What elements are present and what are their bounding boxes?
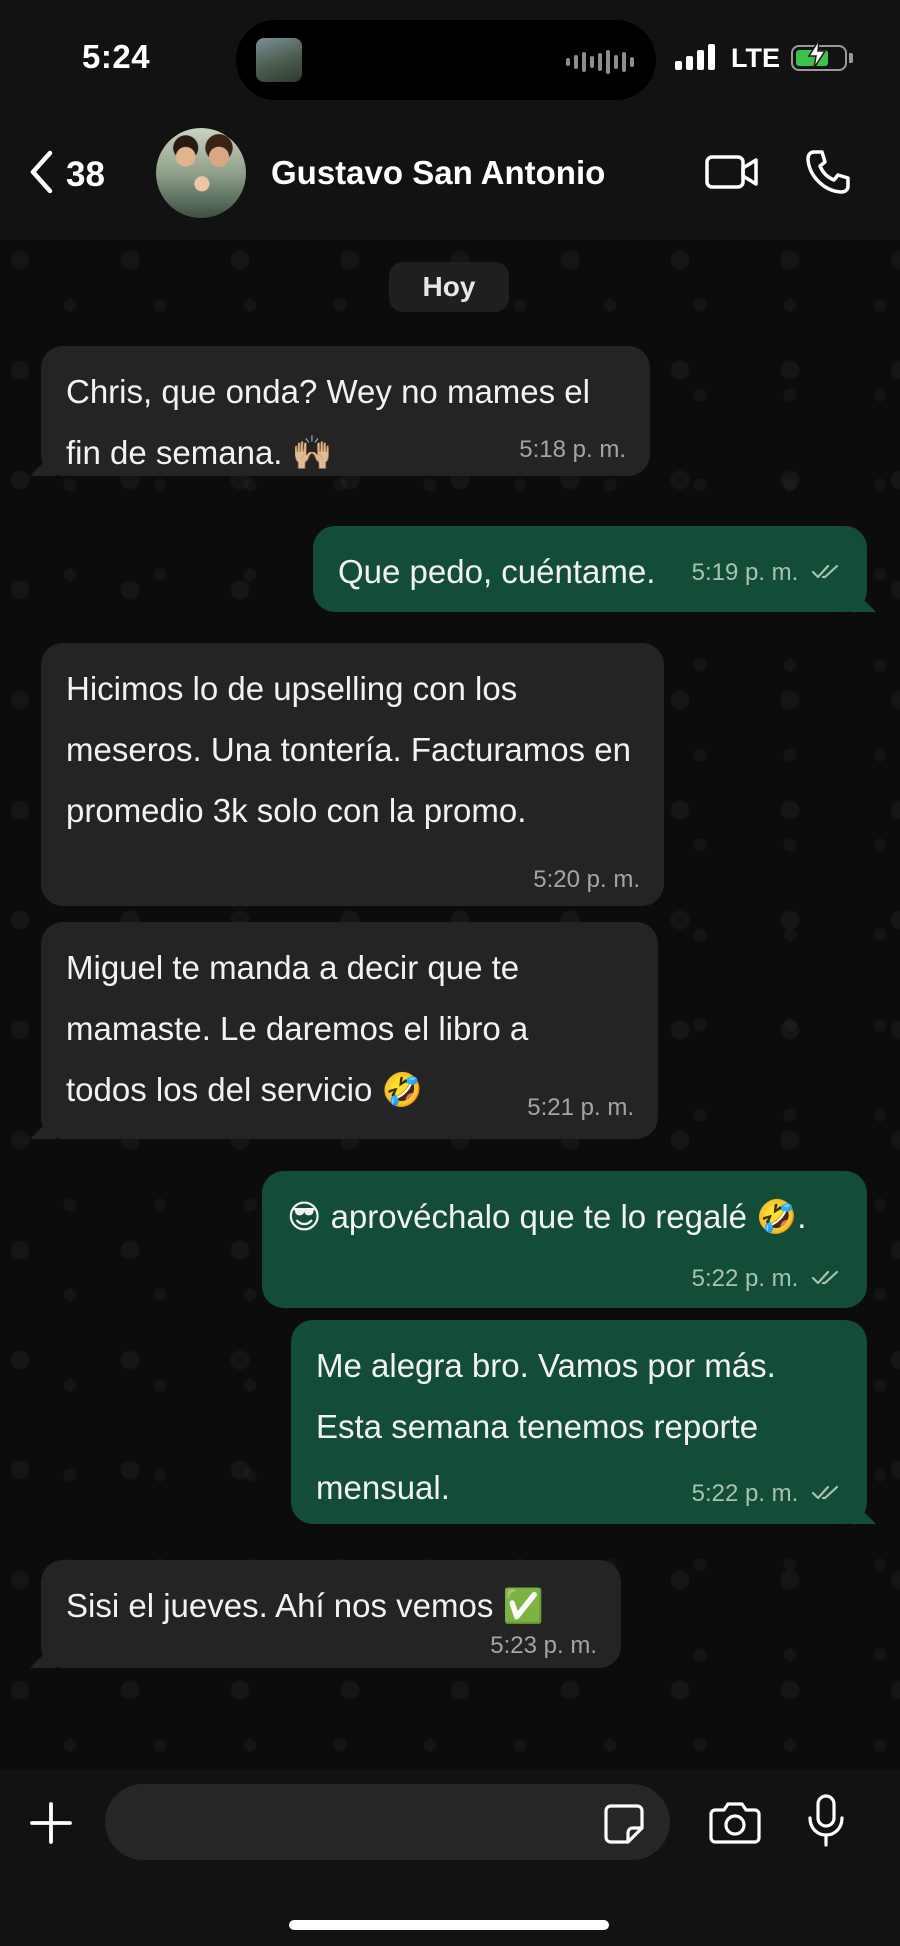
status-bar: 5:24 LTE — [0, 0, 900, 120]
back-button[interactable]: 38 — [28, 150, 105, 199]
double-check-icon — [811, 1483, 843, 1507]
message-meta: 5:22 p. m. — [692, 1267, 843, 1292]
double-check-icon — [811, 1268, 843, 1292]
status-time: 5:24 — [82, 38, 151, 75]
message-meta: 5:22 p. m. — [692, 1482, 843, 1507]
contact-name[interactable]: Gustavo San Antonio — [271, 154, 605, 192]
message-text: Chris, que onda? Wey no mames el fin de … — [66, 373, 590, 471]
sticker-button[interactable] — [603, 1803, 645, 1850]
message-bubble-incoming[interactable]: Chris, que onda? Wey no mames el fin de … — [41, 346, 650, 476]
date-separator: Hoy — [389, 262, 509, 312]
message-text: Que pedo, cuéntame. — [338, 553, 656, 590]
voice-message-button[interactable] — [806, 1794, 846, 1853]
message-bubble-incoming[interactable]: Hicimos lo de upselling con los meseros.… — [41, 643, 664, 906]
home-indicator[interactable] — [289, 1920, 609, 1930]
attach-button[interactable] — [28, 1800, 74, 1851]
composer-bar — [0, 1770, 900, 1946]
camera-button[interactable] — [709, 1800, 761, 1849]
double-check-icon — [811, 562, 843, 586]
message-meta: 5:19 p. m. — [692, 561, 843, 586]
sticker-icon — [603, 1804, 645, 1849]
message-input[interactable] — [105, 1784, 670, 1860]
message-text: 😎 aprovéchalo que te lo regalé 🤣. — [287, 1198, 807, 1235]
message-time: 5:20 p. m. — [533, 866, 640, 893]
charging-bolt-icon — [807, 39, 827, 75]
dynamic-island[interactable] — [236, 20, 656, 100]
video-call-button[interactable] — [704, 150, 760, 199]
message-time: 5:18 p. m. — [519, 436, 626, 463]
microphone-icon — [806, 1794, 846, 1852]
chevron-left-icon — [28, 150, 54, 199]
message-list[interactable]: Hoy Chris, que onda? Wey no mames el fin… — [0, 240, 900, 1770]
message-bubble-incoming[interactable]: Sisi el jueves. Ahí nos vemos ✅ 5:23 p. … — [41, 1560, 621, 1668]
message-bubble-outgoing[interactable]: Me alegra bro. Vamos por más. Esta seman… — [291, 1320, 867, 1524]
message-text: Miguel te manda a decir que te mamaste. … — [66, 949, 529, 1108]
media-thumbnail — [256, 38, 302, 82]
phone-icon — [804, 150, 852, 200]
battery-tip — [849, 53, 853, 63]
message-time: 5:22 p. m. — [691, 1480, 799, 1507]
audio-waveform-icon — [566, 50, 634, 74]
voice-call-button[interactable] — [804, 148, 852, 201]
message-bubble-incoming[interactable]: Miguel te manda a decir que te mamaste. … — [41, 922, 658, 1139]
contact-avatar[interactable] — [156, 128, 246, 218]
video-camera-icon — [704, 155, 760, 198]
chat-header: 38 Gustavo San Antonio — [0, 120, 900, 240]
network-type: LTE — [731, 43, 780, 73]
message-text: Sisi el jueves. Ahí nos vemos ✅ — [66, 1587, 544, 1624]
unread-count: 38 — [66, 154, 105, 194]
message-time: 5:19 p. m. — [691, 559, 799, 586]
message-time: 5:22 p. m. — [691, 1265, 799, 1292]
camera-icon — [709, 1802, 761, 1848]
message-text: Hicimos lo de upselling con los meseros.… — [66, 670, 631, 829]
signal-strength-icon — [675, 44, 715, 70]
plus-icon — [28, 1802, 74, 1850]
message-bubble-outgoing[interactable]: 😎 aprovéchalo que te lo regalé 🤣. 5:22 p… — [262, 1171, 867, 1308]
message-bubble-outgoing[interactable]: Que pedo, cuéntame. 5:19 p. m. — [313, 526, 867, 612]
message-time: 5:23 p. m. — [490, 1632, 597, 1659]
message-time: 5:21 p. m. — [527, 1094, 634, 1121]
